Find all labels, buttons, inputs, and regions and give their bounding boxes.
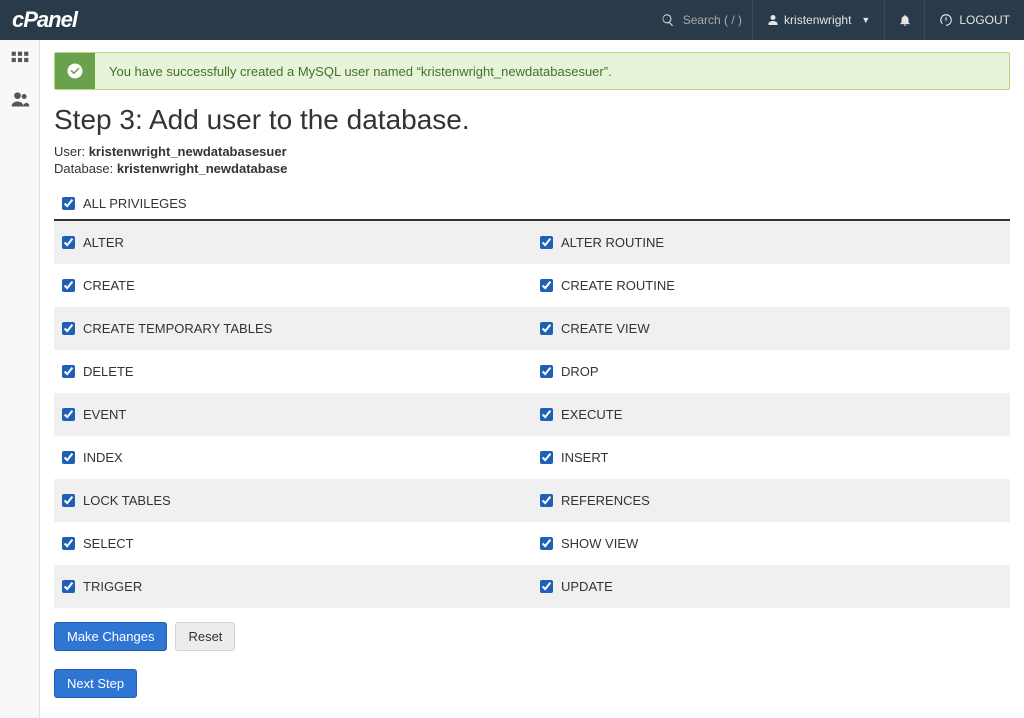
table-row: EVENT EXECUTE bbox=[54, 393, 1010, 436]
privilege-toggle[interactable]: SHOW VIEW bbox=[540, 536, 1002, 551]
logout-label: LOGOUT bbox=[959, 13, 1010, 27]
bell-icon bbox=[898, 13, 912, 27]
privilege-label: ALTER bbox=[83, 235, 124, 250]
privilege-toggle[interactable]: INDEX bbox=[62, 450, 524, 465]
privilege-label: DELETE bbox=[83, 364, 134, 379]
table-row: SELECT SHOW VIEW bbox=[54, 522, 1010, 565]
privilege-checkbox[interactable] bbox=[540, 580, 553, 593]
table-row: INDEX INSERT bbox=[54, 436, 1010, 479]
table-row: DELETE DROP bbox=[54, 350, 1010, 393]
table-row: ALTER ALTER ROUTINE bbox=[54, 221, 1010, 264]
search-icon bbox=[661, 13, 675, 27]
page-title: Step 3: Add user to the database. bbox=[54, 104, 1010, 136]
sidebar bbox=[0, 40, 40, 718]
success-alert: You have successfully created a MySQL us… bbox=[54, 52, 1010, 90]
privileges-table: ALTERALTER ROUTINECREATECREATE ROUTINECR… bbox=[54, 221, 1010, 608]
logout-icon bbox=[939, 13, 953, 27]
table-row: LOCK TABLES REFERENCES bbox=[54, 479, 1010, 522]
privilege-checkbox[interactable] bbox=[540, 451, 553, 464]
privilege-toggle[interactable]: EVENT bbox=[62, 407, 524, 422]
privilege-checkbox[interactable] bbox=[62, 451, 75, 464]
check-circle-icon bbox=[55, 53, 95, 89]
privilege-checkbox[interactable] bbox=[62, 494, 75, 507]
user-icon bbox=[767, 14, 779, 26]
all-privileges-checkbox[interactable] bbox=[62, 197, 75, 210]
user-line: User: kristenwright_newdatabasesuer bbox=[54, 144, 1010, 159]
privilege-checkbox[interactable] bbox=[540, 322, 553, 335]
privilege-toggle[interactable]: DROP bbox=[540, 364, 1002, 379]
caret-down-icon: ▼ bbox=[861, 15, 870, 25]
database-line: Database: kristenwright_newdatabase bbox=[54, 161, 1010, 176]
privilege-toggle[interactable]: CREATE bbox=[62, 278, 524, 293]
privilege-checkbox[interactable] bbox=[62, 537, 75, 550]
next-step-button[interactable]: Next Step bbox=[54, 669, 137, 698]
privilege-label: CREATE VIEW bbox=[561, 321, 650, 336]
table-row: CREATE TEMPORARY TABLES CREATE VIEW bbox=[54, 307, 1010, 350]
all-privileges-label: ALL PRIVILEGES bbox=[83, 196, 187, 211]
privilege-label: TRIGGER bbox=[83, 579, 142, 594]
privilege-toggle[interactable]: CREATE VIEW bbox=[540, 321, 1002, 336]
privilege-checkbox[interactable] bbox=[540, 494, 553, 507]
logout-button[interactable]: LOGOUT bbox=[924, 0, 1024, 40]
search-input[interactable]: Search ( / ) bbox=[651, 9, 752, 31]
table-row: TRIGGER UPDATE bbox=[54, 565, 1010, 608]
action-row: Make Changes Reset bbox=[54, 622, 1010, 651]
username: kristenwright bbox=[784, 13, 851, 27]
privilege-label: SELECT bbox=[83, 536, 134, 551]
privilege-label: ALTER ROUTINE bbox=[561, 235, 664, 250]
privilege-toggle[interactable]: DELETE bbox=[62, 364, 524, 379]
privilege-checkbox[interactable] bbox=[540, 408, 553, 421]
privilege-checkbox[interactable] bbox=[62, 236, 75, 249]
privilege-label: LOCK TABLES bbox=[83, 493, 171, 508]
privilege-checkbox[interactable] bbox=[62, 580, 75, 593]
privilege-toggle[interactable]: SELECT bbox=[62, 536, 524, 551]
topbar: cPanel Search ( / ) kristenwright ▼ LOGO… bbox=[0, 0, 1024, 40]
search-placeholder: Search ( / ) bbox=[683, 13, 742, 27]
privilege-checkbox[interactable] bbox=[62, 408, 75, 421]
privilege-toggle[interactable]: INSERT bbox=[540, 450, 1002, 465]
privilege-toggle[interactable]: TRIGGER bbox=[62, 579, 524, 594]
notifications-button[interactable] bbox=[884, 0, 924, 40]
privilege-checkbox[interactable] bbox=[540, 365, 553, 378]
privilege-checkbox[interactable] bbox=[62, 365, 75, 378]
privilege-checkbox[interactable] bbox=[62, 279, 75, 292]
privilege-toggle[interactable]: EXECUTE bbox=[540, 407, 1002, 422]
privilege-label: INSERT bbox=[561, 450, 608, 465]
main-content: You have successfully created a MySQL us… bbox=[40, 40, 1024, 718]
apps-grid-icon[interactable] bbox=[10, 50, 30, 73]
alert-message: You have successfully created a MySQL us… bbox=[95, 56, 626, 87]
users-icon[interactable] bbox=[10, 89, 30, 112]
cpanel-logo: cPanel bbox=[12, 7, 77, 33]
privilege-checkbox[interactable] bbox=[540, 279, 553, 292]
privilege-checkbox[interactable] bbox=[540, 236, 553, 249]
privilege-toggle[interactable]: REFERENCES bbox=[540, 493, 1002, 508]
privilege-label: REFERENCES bbox=[561, 493, 650, 508]
privilege-label: UPDATE bbox=[561, 579, 613, 594]
privilege-toggle[interactable]: CREATE TEMPORARY TABLES bbox=[62, 321, 524, 336]
next-row: Next Step bbox=[54, 669, 1010, 698]
make-changes-button[interactable]: Make Changes bbox=[54, 622, 167, 651]
privilege-label: CREATE ROUTINE bbox=[561, 278, 675, 293]
privilege-toggle[interactable]: LOCK TABLES bbox=[62, 493, 524, 508]
privilege-toggle[interactable]: ALTER ROUTINE bbox=[540, 235, 1002, 250]
table-row: CREATE CREATE ROUTINE bbox=[54, 264, 1010, 307]
privilege-toggle[interactable]: CREATE ROUTINE bbox=[540, 278, 1002, 293]
privilege-label: SHOW VIEW bbox=[561, 536, 638, 551]
privilege-checkbox[interactable] bbox=[540, 537, 553, 550]
reset-button[interactable]: Reset bbox=[175, 622, 235, 651]
privilege-checkbox[interactable] bbox=[62, 322, 75, 335]
privilege-toggle[interactable]: UPDATE bbox=[540, 579, 1002, 594]
privilege-label: CREATE TEMPORARY TABLES bbox=[83, 321, 272, 336]
user-menu[interactable]: kristenwright ▼ bbox=[752, 0, 884, 40]
privilege-label: INDEX bbox=[83, 450, 123, 465]
privilege-toggle[interactable]: ALTER bbox=[62, 235, 524, 250]
privilege-label: DROP bbox=[561, 364, 599, 379]
all-privileges-toggle[interactable]: ALL PRIVILEGES bbox=[62, 196, 1010, 211]
privilege-label: EVENT bbox=[83, 407, 126, 422]
privilege-label: CREATE bbox=[83, 278, 135, 293]
privilege-label: EXECUTE bbox=[561, 407, 622, 422]
